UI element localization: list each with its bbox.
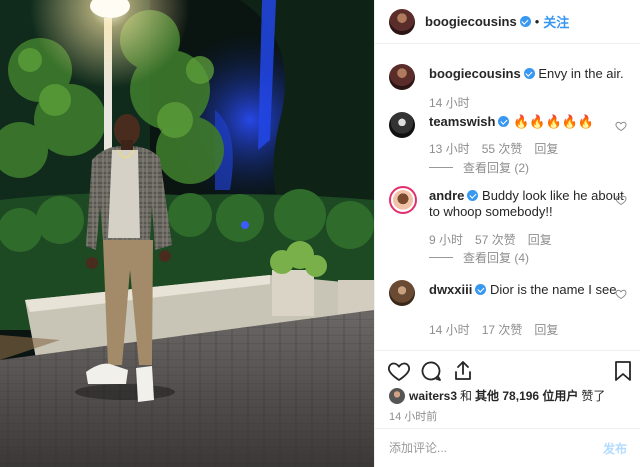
author-avatar[interactable] (389, 8, 415, 35)
commenter-avatar[interactable] (389, 64, 415, 90)
comment-likes[interactable]: 17 次赞 (482, 321, 523, 338)
reply-button[interactable]: 回复 (534, 321, 558, 338)
reply-button[interactable]: 回复 (528, 231, 552, 248)
comment-username[interactable]: boogiecousins (429, 66, 521, 81)
liker-username[interactable]: waiters3 (409, 389, 457, 403)
share-icon[interactable] (451, 359, 475, 383)
verified-badge-icon (467, 190, 479, 201)
post-sidebar: boogiecousins • 关注 boogiecousins Envy in… (374, 0, 640, 467)
comment-username[interactable]: andre (429, 188, 464, 203)
view-replies-label: 查看回复 (2) (463, 161, 530, 175)
commenter-avatar[interactable] (389, 280, 415, 306)
comment-username[interactable]: teamswish (429, 114, 495, 129)
view-replies-button[interactable]: 查看回复 (2) (429, 159, 529, 176)
post-comment-button[interactable]: 发布 (603, 440, 627, 457)
comment-text: 🔥🔥🔥🔥🔥 (513, 114, 595, 129)
comment-input[interactable] (389, 441, 603, 455)
likes-and: 和 (460, 389, 473, 403)
comment-like-heart-icon[interactable] (615, 120, 627, 132)
likes-suffix: 赞了 (581, 389, 606, 403)
replies-line (429, 167, 453, 168)
verified-badge-icon (475, 284, 487, 295)
view-replies-button[interactable]: 查看回复 (4) (429, 249, 529, 266)
author-username[interactable]: boogiecousins (425, 14, 517, 29)
reply-button[interactable]: 回复 (534, 140, 558, 157)
comment-like-heart-icon[interactable] (615, 194, 627, 206)
post-header: boogiecousins • 关注 (375, 0, 640, 44)
post-photo[interactable] (0, 0, 374, 467)
comment-username[interactable]: dwxxiii (429, 282, 472, 297)
comment-time[interactable]: 14 小时 (429, 94, 470, 111)
comments-list[interactable]: boogiecousins Envy in the air. 14 小时 tea… (375, 45, 640, 350)
comment-likes[interactable]: 57 次赞 (475, 231, 516, 248)
comment-text: Dior is the name I see (489, 282, 617, 297)
comment-meta: 13 小时 55 次赞 回复 (429, 140, 558, 157)
comment-meta: 14 小时 (429, 94, 470, 111)
comment-time[interactable]: 9 小时 (429, 231, 463, 248)
comment-body: teamswish 🔥🔥🔥🔥🔥 (429, 114, 629, 130)
view-replies-label: 查看回复 (4) (463, 251, 530, 265)
add-comment-bar: 发布 (375, 428, 640, 467)
post-timestamp[interactable]: 14 小时前 (389, 408, 437, 424)
replies-line (429, 257, 453, 258)
verified-badge-icon (498, 116, 510, 127)
action-bar (375, 350, 640, 390)
heart-icon[interactable] (387, 359, 411, 383)
comment-icon[interactable] (419, 359, 443, 383)
comment-meta: 14 小时 17 次赞 回复 (429, 321, 558, 338)
verified-badge-icon (519, 16, 531, 27)
comment-likes[interactable]: 55 次赞 (482, 140, 523, 157)
verified-badge-icon (523, 68, 535, 79)
comment-body: andre Buddy look like he about to whoop … (429, 188, 629, 220)
comment-time[interactable]: 13 小时 (429, 140, 470, 157)
comment-like-heart-icon[interactable] (615, 288, 627, 300)
separator-dot: • (534, 14, 540, 29)
comment-meta: 9 小时 57 次赞 回复 (429, 231, 552, 248)
post-image (0, 0, 374, 467)
commenter-avatar[interactable] (389, 186, 417, 214)
commenter-avatar[interactable] (389, 112, 415, 138)
bookmark-icon[interactable] (611, 359, 635, 383)
comment-text: Envy in the air. (538, 66, 624, 81)
liker-avatar[interactable] (389, 387, 405, 404)
comment-time[interactable]: 14 小时 (429, 321, 470, 338)
likes-others[interactable]: 其他 78,196 位用户 (475, 387, 578, 404)
follow-button[interactable]: 关注 (543, 12, 569, 31)
likes-summary: waiters3 和 其他 78,196 位用户 赞了 (389, 387, 605, 404)
comment-body: boogiecousins Envy in the air. (429, 66, 629, 82)
comment-body: dwxxiii Dior is the name I see (429, 282, 629, 298)
